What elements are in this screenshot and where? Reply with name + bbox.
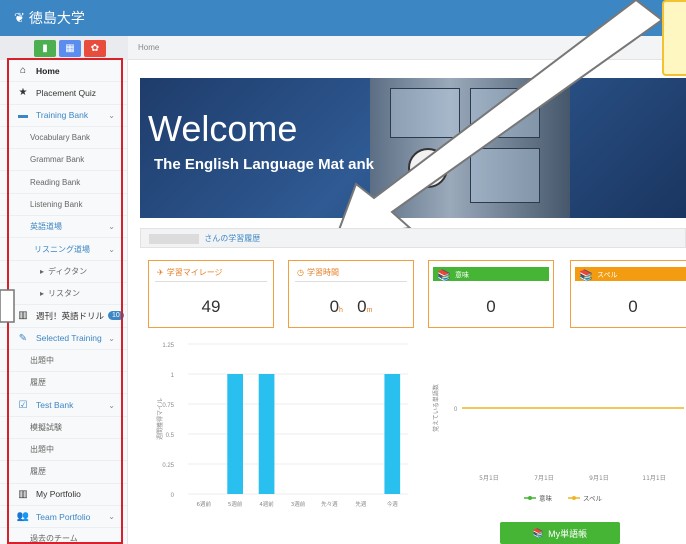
minutes-value: 0 (357, 297, 367, 316)
x-tick-label: 11月1日 (642, 475, 665, 482)
stat-card-study-time: ◷ 学習時間 0h 0m (288, 260, 414, 328)
my-wordbook-button[interactable]: 📚 My単語帳 (500, 522, 620, 544)
callout-note (662, 0, 686, 76)
card-value: 0 (486, 297, 496, 316)
x-tick-label: 先週 (355, 500, 367, 508)
y-axis-label: 週間獲得マイル (156, 398, 164, 440)
card-header: ◷ 学習時間 (297, 267, 339, 278)
x-tick-label: 今週 (387, 500, 399, 508)
card-header: ✈ 学習マイレージ (157, 267, 223, 278)
bar (258, 374, 275, 494)
legend-label: スペル (583, 495, 603, 503)
card-label: 意味 (455, 272, 469, 279)
minutes-unit: m (366, 307, 373, 314)
x-tick-label: 3週前 (291, 500, 306, 508)
x-tick-label: 先々週 (321, 500, 338, 508)
x-tick-label: 7月1日 (534, 475, 554, 482)
x-tick-label: 5週前 (228, 500, 243, 508)
book-stack-icon: 📚 (579, 270, 593, 282)
words-learned-line-chart: 覚えている単語数 0 5月1日 7月1日 9月1日 11月1日意味 スペル (432, 384, 684, 503)
card-label: スペル (597, 272, 618, 279)
card-value: 0h 0m (289, 297, 413, 317)
arrow-pointer (334, 0, 664, 240)
card-label: 学習時間 (306, 268, 339, 277)
learning-history-header: さんの学習履歴 (140, 228, 686, 248)
y-axis-label: 覚えている単語数 (432, 384, 440, 432)
card-value: 49 (201, 297, 221, 316)
book-stack-icon: 📚 (437, 270, 451, 282)
card-value: 0 (628, 297, 638, 316)
x-tick-label: 5月1日 (479, 475, 499, 482)
y-tick-label: 0.75 (162, 403, 174, 409)
clock-icon: ◷ (297, 268, 304, 277)
hours-unit: h (339, 307, 343, 314)
legend-marker (572, 496, 576, 500)
card-tag: 📚 スペル (575, 267, 686, 282)
bar (384, 374, 401, 494)
user-name-redacted (149, 233, 199, 244)
x-tick-label: 9月1日 (589, 475, 609, 482)
legend-marker (528, 496, 532, 500)
stat-card-meaning: 📚 意味 0 (428, 260, 554, 328)
book-stack-icon: 📚 (532, 527, 545, 538)
card-label: 学習マイレージ (166, 268, 223, 277)
y-tick-label: 0 (171, 493, 175, 499)
y-tick-label: 1 (171, 373, 175, 379)
y-tick-label: 1.25 (162, 343, 174, 349)
plane-icon: ✈ (157, 268, 164, 277)
section-title: さんの学習履歴 (204, 234, 261, 243)
my-wordbook-label: My単語帳 (548, 528, 588, 539)
y-tick-label: 0.5 (166, 433, 175, 439)
hours-value: 0 (329, 297, 340, 316)
x-tick-label: 6週前 (196, 500, 211, 508)
arrow-pointer-left (0, 289, 15, 323)
card-tag: 📚 意味 (433, 267, 549, 282)
legend-label: 意味 (539, 494, 553, 503)
y-tick-label: 0.25 (162, 463, 174, 469)
x-tick-label: 4週前 (259, 500, 274, 508)
stat-card-spelling: 📚 スペル 0 (570, 260, 686, 328)
y-tick-label: 0 (454, 407, 458, 413)
weekly-mileage-bar-chart: 0 0.25 0.5 0.75 1 1.25 週間獲得マイル 6週前 5週前 4週前 3週前 先々週 先… (156, 343, 408, 508)
stat-card-mileage: ✈ 学習マイレージ 49 (148, 260, 274, 328)
bar (227, 374, 243, 494)
